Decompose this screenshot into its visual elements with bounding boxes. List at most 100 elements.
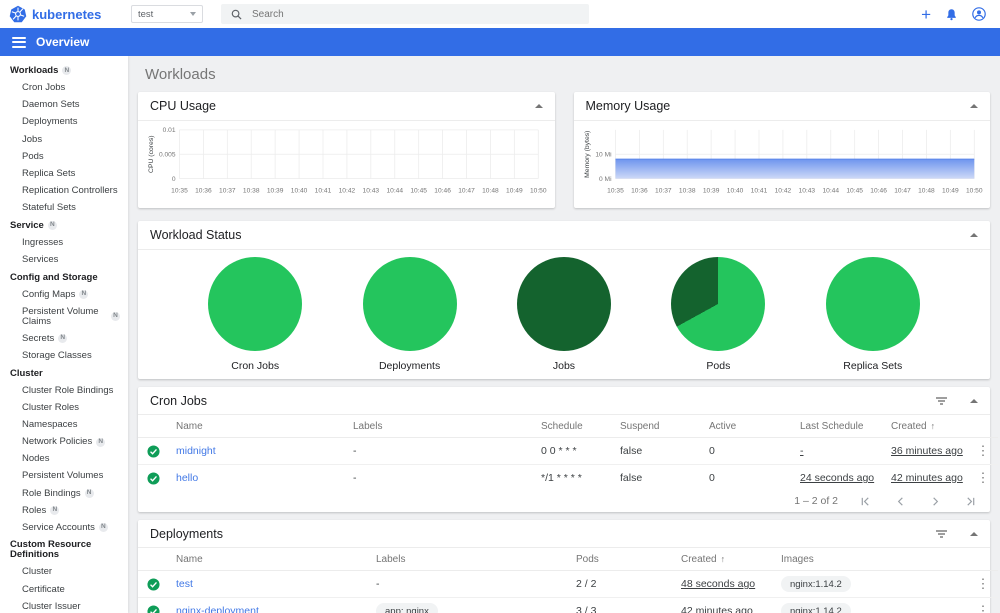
previous-page-icon[interactable] <box>895 496 906 507</box>
sidebar-item-nodes[interactable]: Nodes <box>0 451 128 468</box>
sidebar-item-role-bindings[interactable]: Role Bindings N <box>0 485 128 502</box>
column-header-created[interactable]: Created ↑ <box>673 548 773 571</box>
sidebar-item-cron-jobs[interactable]: Cron Jobs <box>0 79 128 96</box>
collapse-caret-icon[interactable] <box>970 531 978 536</box>
column-header-name[interactable]: Name <box>168 548 368 571</box>
kubernetes-logo[interactable]: kubernetes <box>0 5 128 23</box>
pie-chart-jobs[interactable] <box>516 256 611 351</box>
sidebar-item-service-accounts[interactable]: Service Accounts N <box>0 519 128 536</box>
cell-active: 0 <box>709 472 715 484</box>
search-bar[interactable] <box>221 4 589 24</box>
sidebar-item-replica-sets[interactable]: Replica Sets <box>0 165 128 182</box>
sidebar-item-cluster-issuer[interactable]: Cluster Issuer <box>0 598 128 613</box>
column-header-labels[interactable]: Labels <box>345 415 533 438</box>
column-header-created[interactable]: Created ↑ <box>883 415 968 438</box>
sidebar-item-jobs[interactable]: Jobs <box>0 131 128 148</box>
cell-created[interactable]: 42 minutes ago <box>681 605 753 613</box>
sidebar-item-services[interactable]: Services <box>0 251 128 268</box>
collapse-caret-icon[interactable] <box>970 104 978 108</box>
svg-text:Memory (bytes): Memory (bytes) <box>584 131 591 178</box>
column-header-last-schedule[interactable]: Last Schedule <box>792 415 883 438</box>
sidebar-item-network-policies[interactable]: Network Policies N <box>0 434 128 451</box>
sidebar-section-custom-resource-definitions[interactable]: Custom Resource Definitions <box>0 536 128 563</box>
deployment-name-link[interactable]: test <box>176 578 193 590</box>
column-header-name[interactable]: Name <box>168 415 345 438</box>
main-content: Workloads CPU Usage 0.01 0.005 0 10:35 10:36… <box>128 56 1000 613</box>
collapse-caret-icon[interactable] <box>534 104 543 108</box>
notifications-bell-icon[interactable] <box>945 8 958 21</box>
brand-text: kubernetes <box>32 6 102 22</box>
sidebar-item-cluster[interactable]: Cluster <box>0 564 128 581</box>
cell-last-schedule[interactable]: - <box>800 445 804 457</box>
pie-chart-pods[interactable] <box>671 256 766 351</box>
column-header-labels[interactable]: Labels <box>368 548 568 571</box>
menu-column-header <box>968 415 998 438</box>
sidebar-section-workloads[interactable]: Workloads N <box>0 62 128 79</box>
status-success-icon <box>146 604 160 613</box>
column-header-images[interactable]: Images <box>773 548 968 571</box>
column-header-schedule[interactable]: Schedule <box>533 415 612 438</box>
row-menu-icon[interactable]: ⋮ <box>968 465 998 492</box>
row-menu-icon[interactable]: ⋮ <box>968 598 998 613</box>
memory-usage-card: Memory Usage 10 Mi 0 Mi 10:35 10:36 10:37 10:… <box>573 92 990 208</box>
pie-chart-replica-sets[interactable] <box>825 256 920 351</box>
column-header-active[interactable]: Active <box>701 415 792 438</box>
sidebar-item-label: Pods <box>22 150 44 162</box>
sidebar-item-pods[interactable]: Pods <box>0 148 128 165</box>
namespace-selector[interactable]: test <box>131 5 203 23</box>
collapse-caret-icon[interactable] <box>970 233 978 237</box>
namespaced-badge: N <box>84 489 94 499</box>
sidebar-item-persistent-volume-claims[interactable]: Persistent Volume Claims N <box>0 303 128 330</box>
svg-text:10:43: 10:43 <box>363 187 380 194</box>
column-header-suspend[interactable]: Suspend <box>612 415 701 438</box>
user-account-icon[interactable] <box>972 7 986 21</box>
filter-icon[interactable] <box>935 529 948 539</box>
cronjob-name-link[interactable]: hello <box>176 472 198 484</box>
sidebar-item-secrets[interactable]: Secrets N <box>0 330 128 347</box>
next-page-icon[interactable] <box>930 496 941 507</box>
sidebar-item-ingresses[interactable]: Ingresses <box>0 234 128 251</box>
first-page-icon[interactable] <box>860 496 871 507</box>
sidebar-section-config-and-storage[interactable]: Config and Storage <box>0 269 128 286</box>
namespaced-badge: N <box>111 312 120 322</box>
sidebar-item-deployments[interactable]: Deployments <box>0 114 128 131</box>
kubernetes-logo-icon <box>9 5 27 23</box>
pie-chart-cron-jobs[interactable] <box>208 256 303 351</box>
collapse-caret-icon[interactable] <box>970 398 978 403</box>
create-resource-button[interactable]: + <box>921 6 931 23</box>
svg-text:10:36: 10:36 <box>195 187 212 194</box>
sidebar-item-config-maps[interactable]: Config Maps N <box>0 286 128 303</box>
row-menu-icon[interactable]: ⋮ <box>968 570 998 598</box>
cell-created[interactable]: 42 minutes ago <box>891 472 963 484</box>
cell-created[interactable]: 36 minutes ago <box>891 445 963 457</box>
search-input[interactable] <box>252 8 579 20</box>
menu-hamburger-icon[interactable] <box>12 34 26 50</box>
cell-created[interactable]: 48 seconds ago <box>681 578 755 590</box>
sidebar-item-stateful-sets[interactable]: Stateful Sets <box>0 200 128 217</box>
status-success-icon <box>146 471 160 485</box>
last-page-icon[interactable] <box>965 496 976 507</box>
deployment-name-link[interactable]: nginx-deployment <box>176 605 259 613</box>
sidebar-item-cluster-roles[interactable]: Cluster Roles <box>0 399 128 416</box>
svg-text:10:47: 10:47 <box>458 187 475 194</box>
sidebar-item-replication-controllers[interactable]: Replication Controllers <box>0 182 128 199</box>
cronjob-name-link[interactable]: midnight <box>176 445 216 457</box>
status-success-icon <box>146 444 160 458</box>
sidebar-item-daemon-sets[interactable]: Daemon Sets <box>0 97 128 114</box>
filter-icon[interactable] <box>935 396 948 406</box>
deployments-table: Name Labels Pods Created ↑ Images test -2 … <box>138 548 998 613</box>
sidebar-item-namespaces[interactable]: Namespaces <box>0 416 128 433</box>
pie-chart-deployments[interactable] <box>362 256 457 351</box>
row-menu-icon[interactable]: ⋮ <box>968 437 998 465</box>
sidebar-item-certificate[interactable]: Certificate <box>0 581 128 598</box>
sidebar-item-label: Certificate <box>22 583 65 595</box>
sidebar-section-service[interactable]: Service N <box>0 217 128 234</box>
sidebar-item-storage-classes[interactable]: Storage Classes <box>0 347 128 364</box>
sidebar-section-cluster[interactable]: Cluster <box>0 365 128 382</box>
cell-last-schedule[interactable]: 24 seconds ago <box>800 472 874 484</box>
column-header-pods[interactable]: Pods <box>568 548 673 571</box>
sidebar-item-roles[interactable]: Roles N <box>0 502 128 519</box>
sidebar-item-persistent-volumes[interactable]: Persistent Volumes <box>0 468 128 485</box>
svg-text:10:35: 10:35 <box>171 187 188 194</box>
sidebar-item-cluster-role-bindings[interactable]: Cluster Role Bindings <box>0 382 128 399</box>
